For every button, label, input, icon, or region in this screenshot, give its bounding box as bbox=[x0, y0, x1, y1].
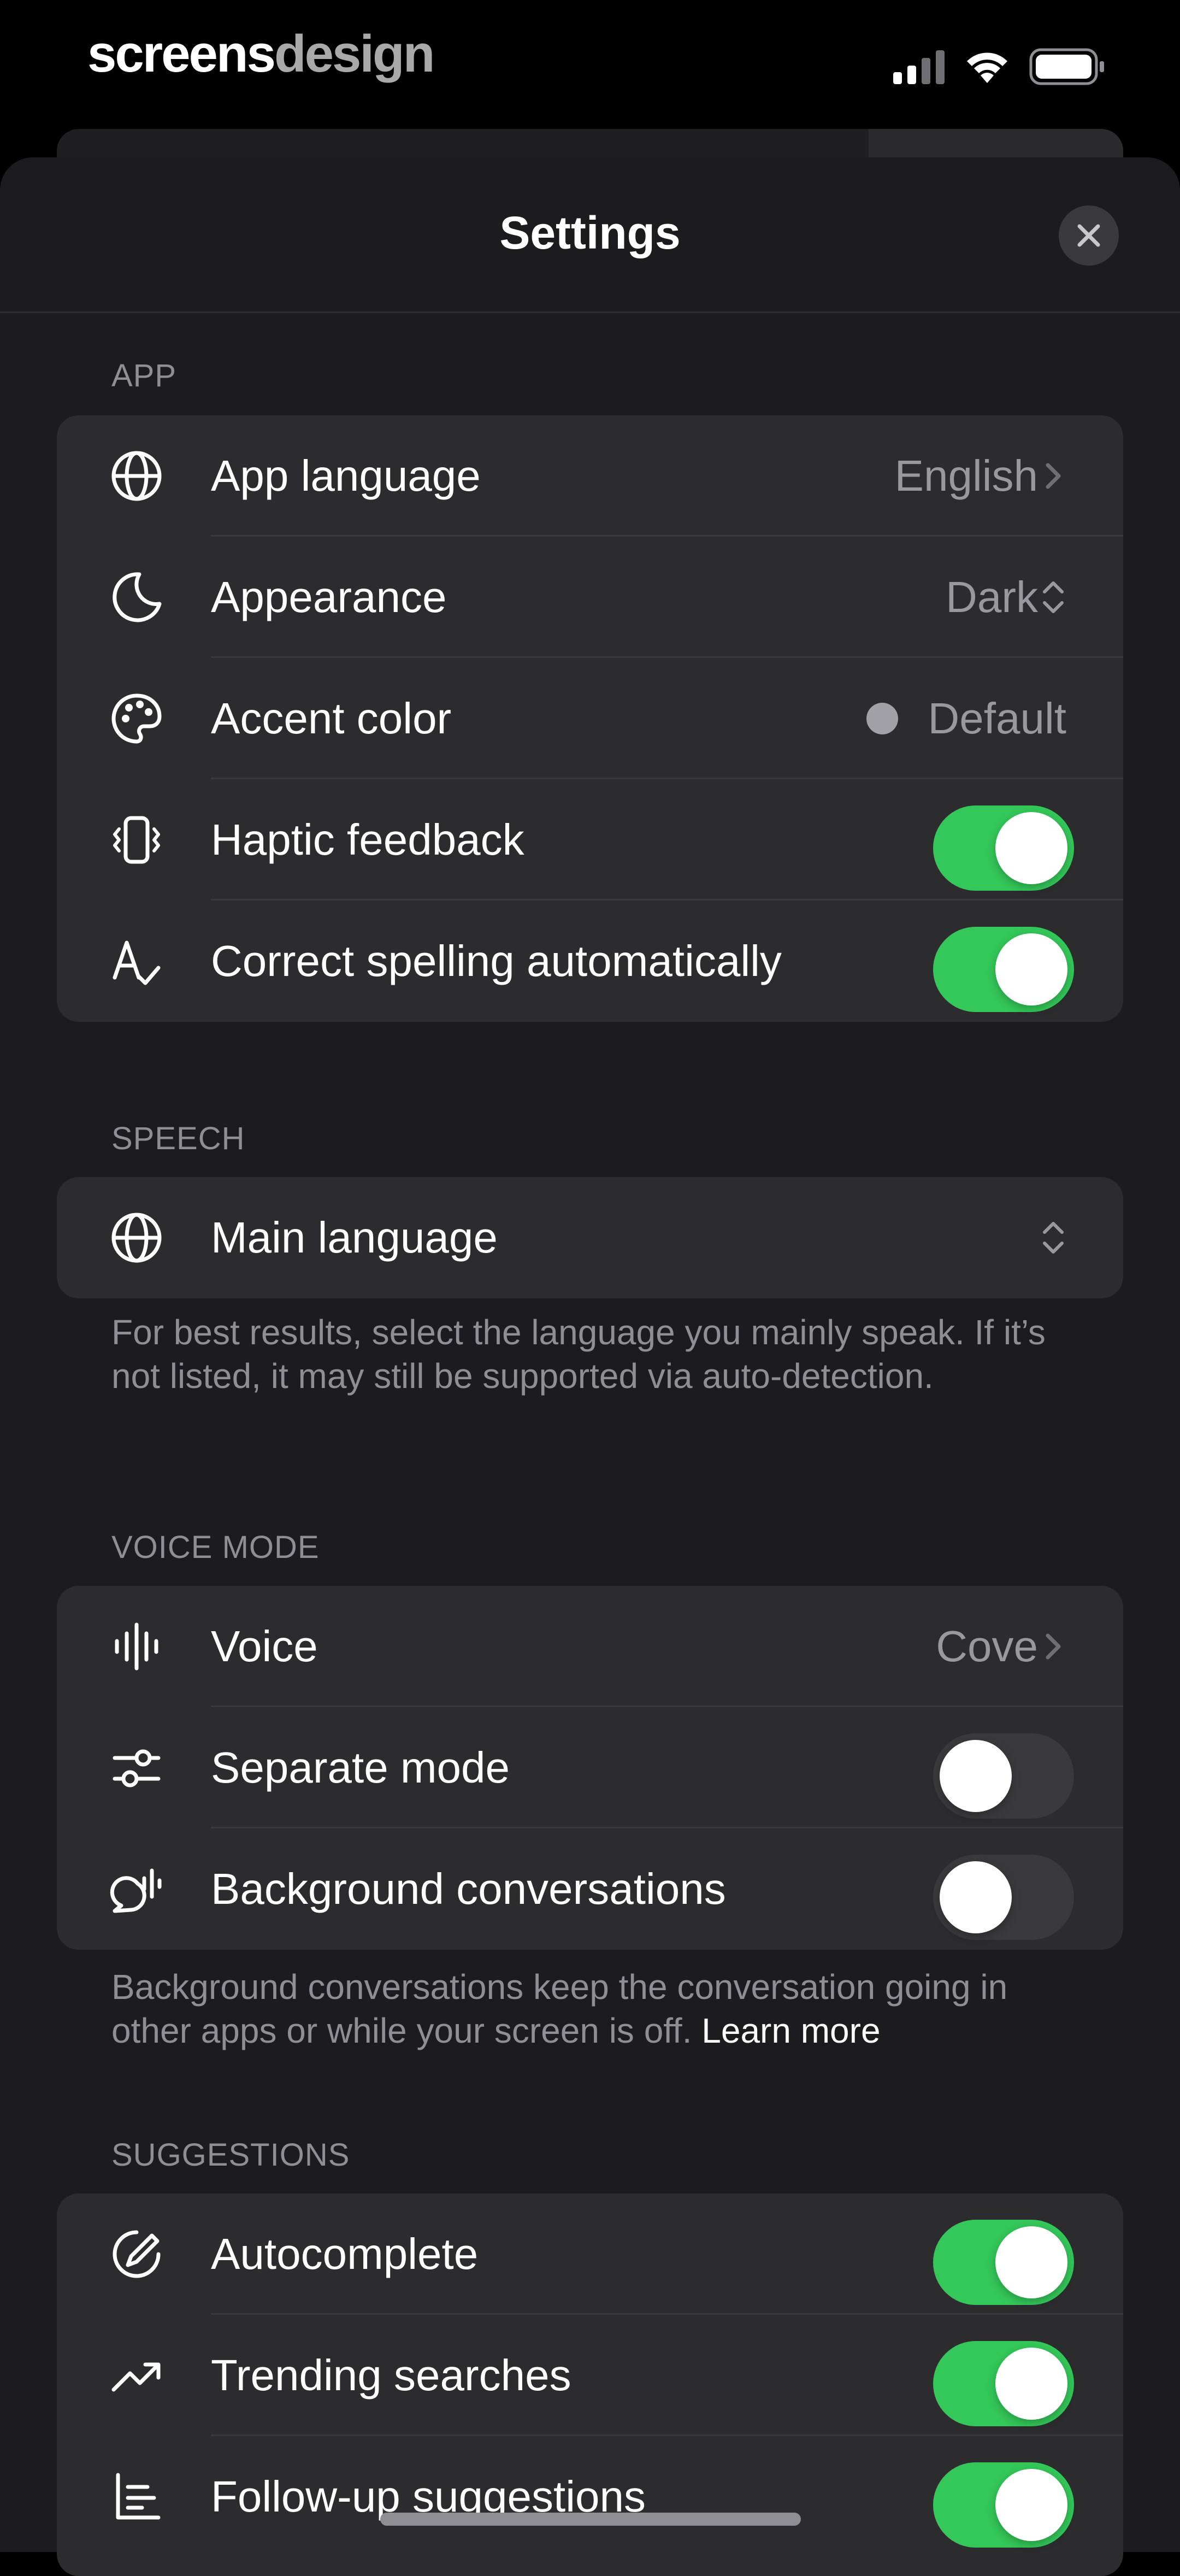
voice-mode-settings-group: Voice Cove Separate mode Background conv… bbox=[57, 1586, 1123, 1950]
toggle-knob bbox=[995, 2226, 1067, 2298]
close-icon bbox=[1077, 224, 1100, 247]
palette-icon bbox=[111, 693, 162, 744]
row-appearance[interactable]: Appearance Dark bbox=[57, 537, 1123, 658]
voice-mode-footnote: Background conversations keep the conver… bbox=[111, 1965, 1084, 2052]
separate-mode-toggle[interactable] bbox=[933, 1733, 1074, 1819]
app-settings-group: App language English Appearance Dark Acc… bbox=[57, 415, 1123, 1022]
row-trending-searches: Trending searches bbox=[57, 2315, 1123, 2436]
status-bar: screensdesign bbox=[0, 0, 1180, 131]
chevron-right-icon bbox=[1046, 1633, 1061, 1660]
toggle-knob bbox=[995, 933, 1067, 1005]
sliders-icon bbox=[113, 1749, 161, 1787]
row-app-language[interactable]: App language English bbox=[57, 415, 1123, 537]
row-label: Voice bbox=[211, 1622, 318, 1671]
app-language-value: English bbox=[894, 451, 1038, 500]
follow-up-icon bbox=[116, 2473, 161, 2520]
row-label: Follow-up suggestions bbox=[211, 2472, 646, 2521]
row-label: Separate mode bbox=[211, 1743, 510, 1792]
speech-settings-group: Main language bbox=[57, 1177, 1123, 1298]
row-haptic-feedback: Haptic feedback bbox=[57, 779, 1123, 901]
cellular-signal-icon bbox=[893, 50, 945, 84]
section-label-voice-mode: VOICE MODE bbox=[111, 1530, 320, 1565]
row-label: Background conversations bbox=[211, 1865, 726, 1913]
moon-icon bbox=[113, 572, 162, 622]
chevron-up-down-icon bbox=[1043, 581, 1064, 613]
row-label: Autocomplete bbox=[211, 2230, 479, 2278]
row-label: Appearance bbox=[211, 573, 447, 621]
row-background-conversations: Background conversations bbox=[57, 1828, 1123, 1950]
row-correct-spelling: Correct spelling automatically bbox=[57, 901, 1123, 1022]
brand-watermark: screensdesign bbox=[87, 24, 435, 84]
row-label: Trending searches bbox=[211, 2351, 571, 2399]
autocomplete-toggle[interactable] bbox=[933, 2220, 1074, 2305]
chevron-right-icon bbox=[1046, 463, 1061, 489]
waveform-icon bbox=[115, 1622, 158, 1671]
toggle-knob bbox=[995, 812, 1067, 884]
globe-icon bbox=[111, 1213, 162, 1263]
page-title: Settings bbox=[499, 207, 681, 258]
row-voice[interactable]: Voice Cove bbox=[57, 1586, 1123, 1707]
brand-part1: screens bbox=[87, 25, 276, 83]
row-label: Main language bbox=[211, 1213, 498, 1262]
row-label: Correct spelling automatically bbox=[211, 937, 782, 985]
toggle-knob bbox=[995, 2348, 1067, 2420]
background-conversations-toggle[interactable] bbox=[933, 1855, 1074, 1940]
row-autocomplete: Autocomplete bbox=[57, 2193, 1123, 2315]
close-button[interactable] bbox=[1059, 205, 1119, 266]
section-label-speech: SPEECH bbox=[111, 1121, 245, 1156]
sheet-header: Settings bbox=[0, 157, 1180, 313]
haptic-icon bbox=[113, 816, 160, 864]
chevron-up-down-icon bbox=[1043, 1222, 1064, 1254]
accent-color-value: Default bbox=[928, 694, 1066, 743]
section-label-app: APP bbox=[111, 358, 177, 393]
brand-part2: design bbox=[274, 25, 435, 83]
haptic-feedback-toggle[interactable] bbox=[933, 805, 1074, 891]
row-main-language[interactable]: Main language bbox=[57, 1177, 1123, 1298]
follow-up-suggestions-toggle[interactable] bbox=[933, 2462, 1074, 2548]
row-label: Accent color bbox=[211, 694, 452, 743]
toggle-knob bbox=[940, 1861, 1012, 1933]
autocomplete-icon bbox=[113, 2230, 161, 2278]
settings-sheet: Settings APP App language English Appear… bbox=[0, 157, 1180, 2576]
home-indicator[interactable] bbox=[380, 2513, 801, 2526]
appearance-value: Dark bbox=[946, 573, 1038, 621]
background-chat-icon bbox=[110, 1868, 162, 1913]
section-label-suggestions: SUGGESTIONS bbox=[111, 2137, 350, 2173]
learn-more-link[interactable]: Learn more bbox=[701, 2011, 880, 2050]
battery-icon bbox=[1029, 48, 1104, 85]
row-label: App language bbox=[211, 451, 481, 500]
accent-color-swatch bbox=[866, 703, 898, 734]
toggle-knob bbox=[940, 1740, 1012, 1812]
trending-searches-toggle[interactable] bbox=[933, 2341, 1074, 2426]
globe-icon bbox=[111, 451, 162, 501]
row-separate-mode: Separate mode bbox=[57, 1707, 1123, 1828]
correct-spelling-toggle[interactable] bbox=[933, 927, 1074, 1012]
voice-value: Cove bbox=[936, 1622, 1038, 1671]
row-accent-color[interactable]: Accent color Default bbox=[57, 658, 1123, 779]
trending-icon bbox=[111, 2362, 161, 2392]
wifi-icon bbox=[967, 52, 1007, 83]
speech-footnote: For best results, select the language yo… bbox=[111, 1313, 1046, 1396]
spellcheck-icon bbox=[113, 940, 161, 985]
row-follow-up-suggestions: Follow-up suggestions bbox=[57, 2436, 1123, 2557]
toggle-knob bbox=[995, 2469, 1067, 2541]
row-label: Haptic feedback bbox=[211, 815, 524, 864]
